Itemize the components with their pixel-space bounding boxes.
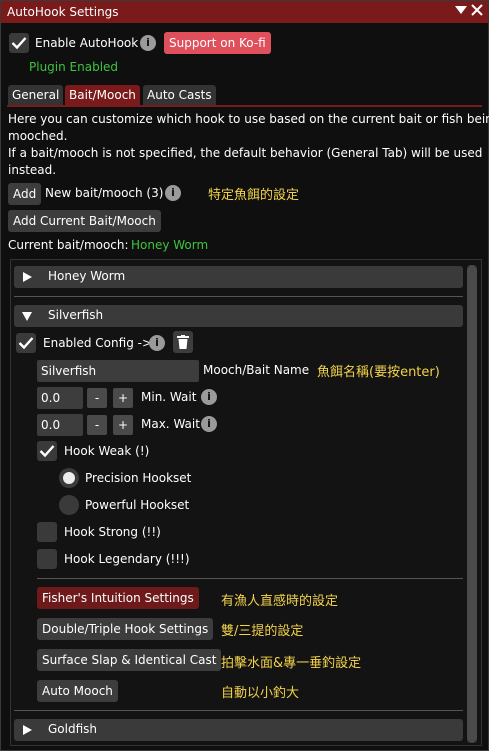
enabled-config-checkbox[interactable] bbox=[16, 333, 36, 353]
annotation-text: 魚餌名稱(要按enter) bbox=[317, 365, 440, 380]
add-current-bait-button[interactable]: Add Current Bait/Mooch bbox=[8, 210, 161, 232]
section-title: Silverfish bbox=[48, 308, 104, 322]
precision-hookset-radio[interactable] bbox=[59, 468, 79, 488]
divider bbox=[14, 296, 463, 297]
section-header-honey-worm[interactable]: Honey Worm bbox=[14, 266, 463, 288]
tab-general[interactable]: General bbox=[8, 85, 64, 105]
info-icon[interactable]: i bbox=[149, 335, 165, 351]
powerful-hookset-radio[interactable] bbox=[59, 495, 79, 515]
plugin-status: Plugin Enabled bbox=[29, 60, 119, 74]
bait-name-label: Mooch/Bait Name bbox=[203, 363, 310, 377]
checkmark-icon bbox=[39, 445, 55, 458]
min-wait-increment-button[interactable]: + bbox=[113, 388, 133, 408]
tab-auto-casts[interactable]: Auto Casts bbox=[143, 85, 216, 105]
info-icon[interactable]: i bbox=[165, 185, 181, 201]
hook-strong-label: Hook Strong (!!) bbox=[64, 525, 161, 539]
double-triple-hook-settings-button[interactable]: Double/Triple Hook Settings bbox=[37, 618, 214, 640]
auto-mooch-button[interactable]: Auto Mooch bbox=[37, 680, 118, 702]
description-line: instead. bbox=[8, 163, 57, 177]
max-wait-increment-button[interactable]: + bbox=[113, 415, 133, 435]
tab-bait-mooch[interactable]: Bait/Mooch bbox=[65, 85, 140, 105]
divider bbox=[14, 710, 463, 711]
annotation-text: 拍擊水面&專一垂釣設定 bbox=[221, 656, 362, 671]
min-wait-label: Min. Wait bbox=[141, 390, 197, 404]
triangle-right-icon bbox=[23, 272, 32, 282]
description-line: Here you can customize which hook to use… bbox=[8, 112, 489, 126]
description-line: mooched. bbox=[8, 129, 68, 143]
enabled-config-label: Enabled Config -> bbox=[43, 336, 153, 350]
checkmark-icon bbox=[18, 337, 34, 350]
annotation-text: 自動以小釣大 bbox=[221, 686, 300, 701]
hook-weak-checkbox[interactable] bbox=[37, 441, 57, 461]
triangle-down-icon bbox=[22, 312, 32, 321]
hook-weak-label: Hook Weak (!) bbox=[64, 444, 150, 458]
min-wait-decrement-button[interactable]: - bbox=[87, 388, 107, 408]
support-kofi-button[interactable]: Support on Ko-fi bbox=[164, 32, 271, 54]
hook-strong-checkbox[interactable] bbox=[37, 522, 57, 542]
hook-legendary-checkbox[interactable] bbox=[37, 549, 57, 569]
enable-autohook-label: Enable AutoHook bbox=[35, 36, 139, 50]
delete-button[interactable] bbox=[173, 331, 193, 353]
annotation-text: 有漁人直感時的設定 bbox=[221, 594, 339, 609]
tab-underline bbox=[7, 105, 482, 107]
info-icon[interactable]: i bbox=[140, 35, 156, 51]
trash-icon bbox=[177, 335, 189, 349]
powerful-hookset-label: Powerful Hookset bbox=[85, 498, 190, 512]
autohook-settings-window: AutoHook Settings Enable AutoHook i Supp… bbox=[0, 0, 489, 751]
bait-name-input[interactable]: Silverfish bbox=[37, 360, 199, 382]
section-header-silverfish[interactable]: Silverfish bbox=[14, 305, 463, 327]
triangle-right-icon bbox=[23, 725, 32, 735]
bait-list-panel bbox=[10, 259, 482, 746]
annotation-text: 特定魚餌的設定 bbox=[208, 188, 300, 203]
current-bait-value: Honey Worm bbox=[131, 238, 209, 252]
section-header-goldfish[interactable]: Goldfish bbox=[14, 719, 463, 741]
collapse-icon[interactable] bbox=[454, 4, 468, 18]
title-bar[interactable]: AutoHook Settings bbox=[1, 1, 488, 23]
current-bait-label: Current bait/mooch: bbox=[8, 238, 129, 252]
max-wait-label: Max. Wait bbox=[141, 417, 200, 431]
annotation-text: 雙/三提的設定 bbox=[221, 624, 304, 639]
max-wait-decrement-button[interactable]: - bbox=[87, 415, 107, 435]
divider bbox=[37, 578, 463, 579]
scrollbar-thumb[interactable] bbox=[467, 265, 477, 743]
scrollbar[interactable] bbox=[467, 265, 477, 743]
add-button[interactable]: Add bbox=[8, 183, 42, 205]
info-icon[interactable]: i bbox=[201, 389, 217, 405]
hook-legendary-label: Hook Legendary (!!!) bbox=[64, 552, 190, 566]
precision-hookset-label: Precision Hookset bbox=[85, 471, 192, 485]
radio-selected-dot bbox=[63, 472, 75, 484]
enable-autohook-checkbox[interactable] bbox=[9, 33, 29, 53]
info-icon[interactable]: i bbox=[201, 416, 217, 432]
new-bait-mooch-label: New bait/mooch (3) bbox=[45, 186, 164, 200]
section-title: Honey Worm bbox=[48, 269, 126, 283]
fishers-intuition-settings-button[interactable]: Fisher's Intuition Settings bbox=[37, 587, 199, 609]
checkmark-icon bbox=[11, 37, 27, 50]
max-wait-input[interactable]: 0.0 bbox=[37, 414, 83, 436]
min-wait-input[interactable]: 0.0 bbox=[37, 387, 83, 409]
description-line: If a bait/mooch is not specified, the de… bbox=[8, 146, 483, 160]
surface-slap-identical-cast-button[interactable]: Surface Slap & Identical Cast bbox=[37, 649, 222, 671]
window-title: AutoHook Settings bbox=[7, 5, 119, 19]
section-title: Goldfish bbox=[48, 722, 98, 736]
close-icon[interactable] bbox=[470, 4, 484, 18]
